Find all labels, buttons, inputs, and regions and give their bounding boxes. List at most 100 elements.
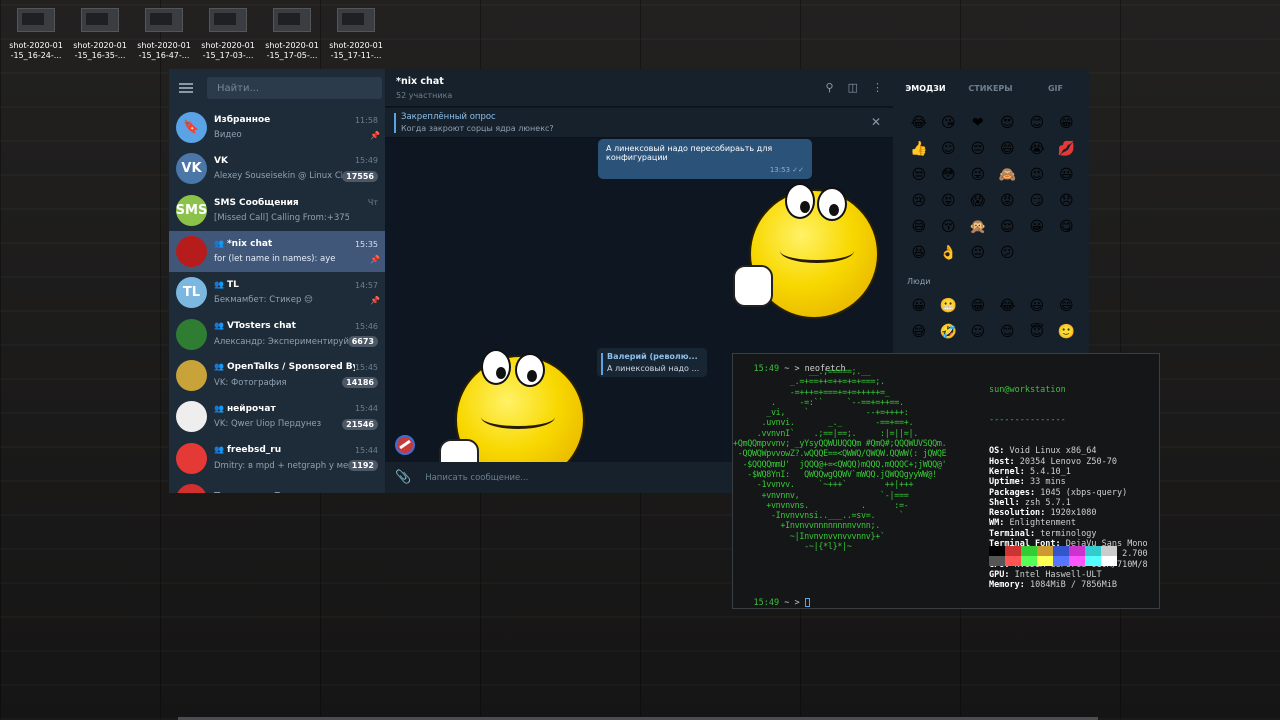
screenshot-file-icon[interactable]: shot-2020-01 -15_17-11-... bbox=[324, 8, 388, 64]
hamburger-menu-icon[interactable] bbox=[179, 83, 193, 93]
emoji-button[interactable]: 😄 bbox=[1052, 298, 1082, 314]
screenshot-file-icon[interactable]: shot-2020-01 -15_17-05-... bbox=[260, 8, 324, 64]
screenshot-file-icon[interactable]: shot-2020-01 -15_16-47-... bbox=[132, 8, 196, 64]
sidebar-toggle-icon[interactable]: ◫ bbox=[848, 81, 858, 94]
color-swatch bbox=[1037, 556, 1053, 566]
emoji-button[interactable]: 👍 bbox=[904, 141, 934, 157]
terminal-window[interactable]: 15:49 ~ > neofetch __.;=====;.__ _.=+==+… bbox=[732, 353, 1160, 609]
image-thumbnail bbox=[209, 8, 247, 32]
emoji-button[interactable]: 😂 bbox=[904, 115, 934, 131]
file-name: shot-2020-01 -15_17-03-... bbox=[201, 41, 255, 60]
group-icon: 👥 bbox=[214, 239, 224, 249]
chat-list-item[interactable]: 👥 freebsd_ru 15:44 Dmitry: в mpd + netgraph… bbox=[169, 437, 385, 478]
neofetch-row: Memory: 1084MiB / 7856MiB bbox=[989, 580, 1117, 591]
emoji-button[interactable]: 🙂 bbox=[1052, 324, 1082, 340]
emoji-button[interactable]: 🙊 bbox=[963, 219, 993, 235]
emoji-button[interactable]: 😊 bbox=[1022, 115, 1052, 131]
emoji-button[interactable]: 😜 bbox=[963, 167, 993, 183]
emoji-button[interactable]: 😁 bbox=[1052, 115, 1082, 131]
emoji-button[interactable]: 😱 bbox=[963, 193, 993, 209]
emoji-button[interactable]: 🙈 bbox=[993, 167, 1023, 183]
separator: --------------- bbox=[989, 415, 1066, 426]
avatar: VK bbox=[176, 153, 207, 185]
chat-list-item[interactable]: TL 👥 TL 14:57 Бекмамбет: Стикер 😌 📌 bbox=[169, 272, 385, 313]
search-icon[interactable]: ⚲ bbox=[826, 81, 834, 94]
search-input[interactable]: Найти... bbox=[207, 77, 382, 99]
emoji-button[interactable]: 😞 bbox=[1052, 193, 1082, 209]
chat-list-item[interactable]: 👥 VTosters chat 15:46 Александр: Эксперимен… bbox=[169, 313, 385, 354]
reply-preview[interactable]: Валерий (револю... А линексовый надо ... bbox=[597, 348, 707, 377]
screenshot-file-icon[interactable]: shot-2020-01 -15_16-35-... bbox=[68, 8, 132, 64]
avatar bbox=[176, 236, 207, 268]
message-bubble[interactable]: А линексовый надо пересобираьть для конф… bbox=[598, 139, 812, 179]
emoji-button[interactable]: 😢 bbox=[904, 193, 934, 209]
chat-list-panel: Найти... 🔖 Избранное 11:58 Видео 📌 VK VK 15:49 A… bbox=[169, 69, 385, 493]
group-icon: 👥 bbox=[214, 403, 224, 413]
pinned-message-bar[interactable]: Закреплённый опрос Когда закроют сорцы я… bbox=[385, 108, 893, 138]
emoji-button[interactable]: 😋 bbox=[1052, 219, 1082, 235]
emoji-tab[interactable]: ЭМОДЗИ bbox=[893, 84, 958, 93]
chat-list-item[interactable]: 🔖 Избранное 11:58 Видео 📌 bbox=[169, 107, 385, 148]
emoji-button[interactable]: 😔 bbox=[963, 141, 993, 157]
emoji-button[interactable]: 😁 bbox=[963, 298, 993, 314]
emoji-button[interactable]: 👌 bbox=[934, 245, 964, 261]
conversation-header[interactable]: *nix chat 52 участника ⚲ ◫ ⋮ bbox=[385, 69, 893, 107]
emoji-button[interactable]: 😅 bbox=[904, 219, 934, 235]
emoji-button[interactable]: 😡 bbox=[993, 193, 1023, 209]
neofetch-row: WM: Enlightenment bbox=[989, 518, 1077, 529]
chat-name: Телеканал Дрожь bbox=[214, 492, 308, 493]
emoji-button[interactable]: 😳 bbox=[934, 167, 964, 183]
screenshot-file-icon[interactable]: shot-2020-01 -15_17-03-... bbox=[196, 8, 260, 64]
message-input[interactable]: Написать сообщение... bbox=[425, 473, 528, 483]
chat-list-item[interactable]: Телеканал Дрожь 15:43 bbox=[169, 479, 385, 493]
chat-list-item[interactable]: 👥OpenTalks / Sponsored By A...15:45 VK: Ф… bbox=[169, 355, 385, 396]
emoji-button[interactable]: 😏 bbox=[1022, 193, 1052, 209]
emoji-button[interactable]: 😘 bbox=[934, 115, 964, 131]
emoji-button[interactable]: 😒 bbox=[904, 167, 934, 183]
emoji-button[interactable]: 😊 bbox=[993, 324, 1023, 340]
pinned-accent bbox=[394, 112, 396, 133]
chat-name: 👥 TL bbox=[214, 280, 239, 291]
emoji-button[interactable]: 😌 bbox=[993, 219, 1023, 235]
emoji-button[interactable]: 😬 bbox=[934, 298, 964, 314]
emoji-button[interactable]: 😕 bbox=[993, 245, 1023, 261]
avatar: SMS bbox=[176, 194, 207, 226]
emoji-button[interactable]: 😭 bbox=[1022, 141, 1052, 157]
close-icon[interactable]: ✕ bbox=[871, 115, 881, 129]
emoji-button[interactable]: 😃 bbox=[1022, 298, 1052, 314]
emoji-button[interactable]: 😀 bbox=[904, 298, 934, 314]
emoji-button[interactable]: 🤣 bbox=[934, 324, 964, 340]
emoji-button[interactable]: 😐 bbox=[963, 245, 993, 261]
emoji-button[interactable]: 😝 bbox=[934, 193, 964, 209]
emoji-button[interactable]: 😄 bbox=[993, 141, 1023, 157]
chat-list-item[interactable]: 👥 нейрочат 15:44 VK: Qwer Uiop Пердунез 2154… bbox=[169, 396, 385, 437]
attach-icon[interactable]: 📎 bbox=[395, 470, 411, 485]
screenshot-file-icon[interactable]: shot-2020-01 -15_16-24-... bbox=[4, 8, 68, 64]
emoji-button[interactable]: 😇 bbox=[1022, 324, 1052, 340]
chat-list-item[interactable]: SMS SMS Сообщения Чт [Missed Call] Calling … bbox=[169, 190, 385, 231]
sticker-smiley[interactable] bbox=[725, 175, 885, 335]
emoji-button[interactable]: 😍 bbox=[993, 115, 1023, 131]
emoji-button[interactable]: ☺ bbox=[963, 324, 993, 340]
emoji-button[interactable]: 😚 bbox=[934, 219, 964, 235]
sticker-smiley[interactable] bbox=[437, 339, 597, 463]
emoji-tab[interactable]: GIF bbox=[1023, 84, 1088, 93]
chat-list-item[interactable]: 👥 *nix chat 15:35 for (let name in names): … bbox=[169, 230, 385, 273]
chat-time: 15:43 bbox=[355, 492, 378, 493]
image-thumbnail bbox=[145, 8, 183, 32]
emoji-tab[interactable]: СТИКЕРЫ bbox=[958, 84, 1023, 93]
color-swatch bbox=[989, 546, 1005, 556]
emoji-button[interactable]: 😅 bbox=[904, 324, 934, 340]
unread-badge: 6673 bbox=[347, 336, 378, 348]
chat-time: 11:58 bbox=[354, 115, 378, 125]
emoji-button[interactable]: ❤ bbox=[963, 115, 993, 131]
chat-list-item[interactable]: VK VK 15:49 Alexey Souseisekin @ Linux Clu.… bbox=[169, 148, 385, 189]
emoji-button[interactable]: 💋 bbox=[1052, 141, 1082, 157]
emoji-button[interactable]: 😃 bbox=[1052, 167, 1082, 183]
emoji-button[interactable]: 😀 bbox=[1022, 219, 1052, 235]
emoji-button[interactable]: ☺ bbox=[934, 141, 964, 157]
emoji-button[interactable]: 😉 bbox=[1022, 167, 1052, 183]
emoji-button[interactable]: 😂 bbox=[993, 298, 1023, 314]
more-vertical-icon[interactable]: ⋮ bbox=[872, 81, 883, 94]
emoji-button[interactable]: 😆 bbox=[904, 245, 934, 261]
